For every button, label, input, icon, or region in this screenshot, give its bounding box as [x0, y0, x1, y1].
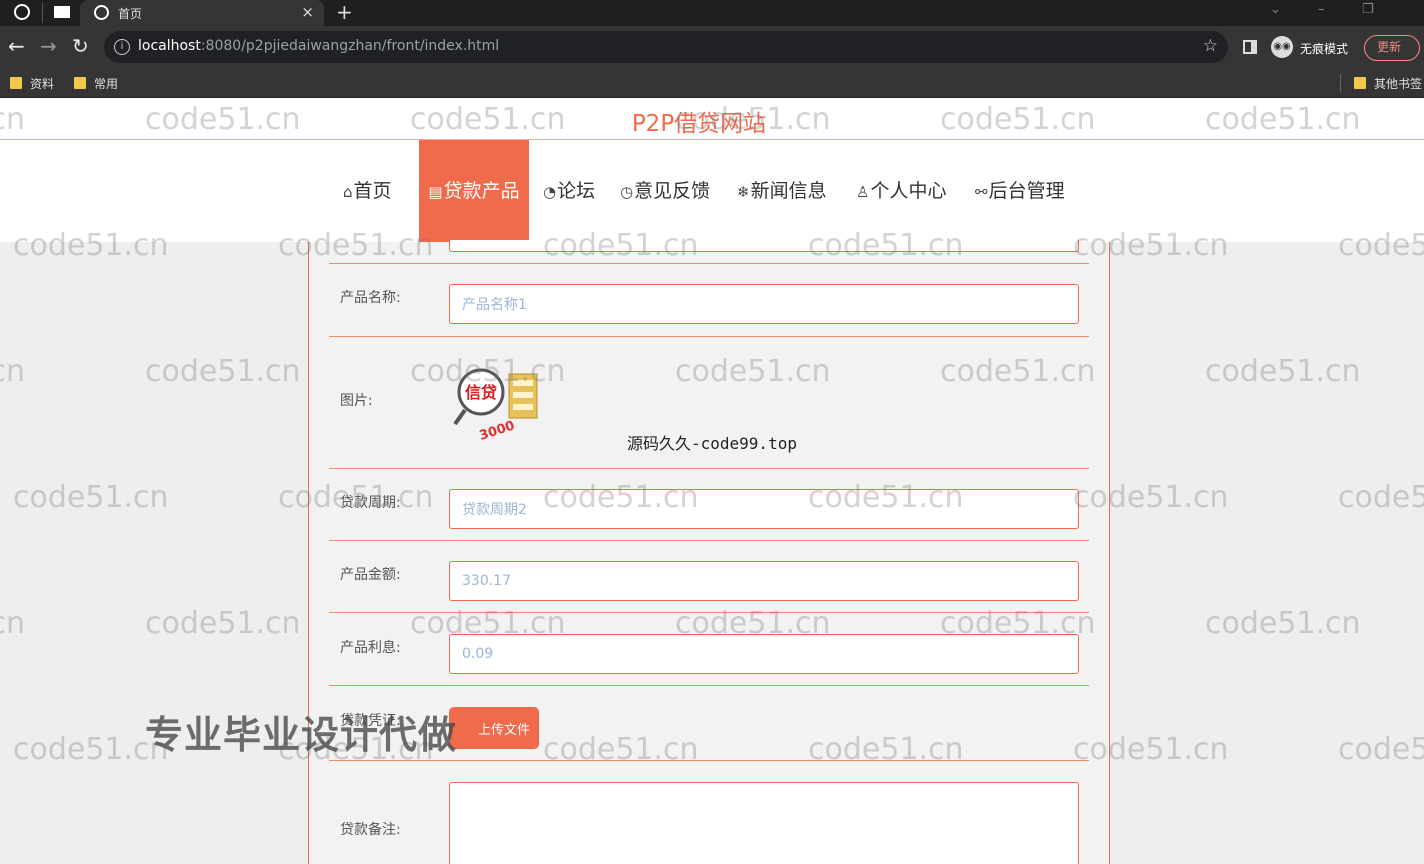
row-divider — [329, 336, 1089, 337]
product-interest-input[interactable] — [449, 634, 1079, 674]
product-image: 信贷 3000 — [453, 368, 538, 444]
forum-icon: ◔ — [543, 183, 557, 201]
folder-icon — [74, 77, 86, 89]
watermark: code51.cn — [1205, 354, 1361, 389]
bookmark-divider — [1340, 74, 1341, 92]
restore-icon[interactable]: ❐ — [1362, 2, 1374, 17]
watermark: code51.cn — [1338, 480, 1424, 515]
favicon-icon — [94, 5, 109, 20]
forward-arrow-icon[interactable]: → — [40, 34, 57, 58]
row-divider — [329, 540, 1089, 541]
watermark: code51.cn — [1205, 606, 1361, 641]
other-bookmarks-label: 其他书签 — [1374, 77, 1423, 91]
back-arrow-icon[interactable]: ← — [8, 34, 25, 58]
window-icon[interactable] — [54, 6, 70, 18]
folder-icon — [1354, 77, 1366, 89]
loan-remark-textarea[interactable] — [449, 782, 1079, 864]
site-header: P2P借贷网站 — [0, 98, 1424, 140]
svg-text:3000: 3000 — [478, 418, 517, 443]
link-icon: ⚯ — [975, 183, 988, 201]
incognito-icon[interactable]: ◉◉ — [1271, 36, 1293, 58]
watermark: code51.cn — [13, 480, 169, 515]
upload-file-button[interactable]: 上传文件 — [449, 707, 539, 749]
product-name-label: 产品名称: — [340, 290, 401, 306]
nav-admin[interactable]: ⚯后台管理 — [975, 140, 1065, 242]
browser-toolbar: ← → ↻ i localhost:8080/p2pjiedaiwangzhan… — [0, 26, 1424, 68]
nav-label: 个人中心 — [870, 180, 947, 202]
row-divider — [329, 468, 1089, 469]
product-amount-label: 产品金额: — [340, 567, 401, 583]
main-nav: ⌂首页 ▤贷款产品 ◔论坛 ◷意见反馈 ❄新闻信息 ♙个人中心 ⚯后台管理 — [0, 140, 1424, 242]
nav-label: 首页 — [353, 180, 392, 202]
nav-label: 后台管理 — [988, 180, 1065, 202]
row-divider — [329, 263, 1089, 264]
nav-label: 意见反馈 — [634, 180, 711, 202]
product-icon: ▤ — [428, 183, 443, 201]
tab-close-icon[interactable]: × — [301, 3, 314, 21]
clock-icon: ◷ — [620, 183, 634, 201]
other-bookmarks[interactable]: 其他书签 — [1354, 75, 1422, 92]
nav-label: 论坛 — [557, 180, 596, 202]
browser-globe-icon[interactable] — [14, 4, 30, 20]
nav-label: 贷款产品 — [443, 180, 520, 202]
promo-banner-text: 专业毕业设计代做 — [145, 713, 458, 757]
chevron-down-icon[interactable]: ⌄ — [1270, 2, 1281, 17]
watermark: code51.cn — [145, 606, 301, 641]
new-tab-button[interactable]: + — [336, 0, 353, 24]
row-divider — [329, 760, 1089, 761]
site-info-icon[interactable]: i — [114, 39, 130, 55]
loan-remark-label: 贷款备注: — [340, 822, 401, 838]
nav-feedback[interactable]: ◷意见反馈 — [620, 140, 710, 242]
tab-divider — [42, 3, 43, 23]
browser-tabstrip: 首页 × + ⌄ – ❐ — [0, 0, 1424, 26]
loan-period-input[interactable] — [449, 489, 1079, 529]
address-bar[interactable]: i localhost:8080/p2pjiedaiwangzhan/front… — [104, 31, 1228, 63]
nav-label: 新闻信息 — [750, 180, 827, 202]
nav-forum[interactable]: ◔论坛 — [543, 140, 595, 242]
image-caption: 信贷 — [465, 383, 497, 402]
row-divider — [329, 612, 1089, 613]
home-icon: ⌂ — [343, 183, 353, 201]
url-text[interactable]: localhost:8080/p2pjiedaiwangzhan/front/i… — [138, 38, 499, 54]
nav-home[interactable]: ⌂首页 — [343, 140, 392, 242]
product-detail-form: 产品名称: 图片: 信贷 3000 源码久久-code99.top 贷款周期: … — [308, 240, 1110, 864]
loan-period-label: 贷款周期: — [340, 495, 401, 511]
bookmark-folder-changyong[interactable]: 常用 — [74, 75, 118, 92]
watermark: code51.cn — [1338, 732, 1424, 767]
nav-user-center[interactable]: ♙个人中心 — [856, 140, 946, 242]
product-name-input[interactable] — [449, 284, 1079, 324]
bookmarks-bar: 资料 常用 其他书签 — [0, 68, 1424, 98]
nav-news[interactable]: ❄新闻信息 — [737, 140, 827, 242]
previous-field-stub — [449, 240, 1079, 252]
reload-icon[interactable]: ↻ — [72, 34, 89, 58]
product-interest-label: 产品利息: — [340, 640, 401, 656]
watermark: .cn — [0, 606, 26, 641]
minimize-icon[interactable]: – — [1318, 2, 1325, 17]
product-amount-input[interactable] — [449, 561, 1079, 601]
side-panel-icon[interactable] — [1243, 40, 1257, 54]
bookmark-star-icon[interactable]: ☆ — [1203, 36, 1218, 56]
bookmark-label: 常用 — [94, 77, 119, 91]
url-host: localhost — [138, 38, 201, 54]
watermark: .cn — [0, 354, 26, 389]
tab-title: 首页 — [118, 7, 143, 21]
page-viewport: P2P借贷网站 ⌂首页 ▤贷款产品 ◔论坛 ◷意见反馈 ❄新闻信息 ♙个人中心 … — [0, 98, 1424, 864]
user-icon: ♙ — [856, 183, 870, 201]
bookmark-folder-ziliao[interactable]: 资料 — [10, 75, 54, 92]
nav-loan-products[interactable]: ▤贷款产品 — [419, 140, 529, 242]
bookmark-label: 资料 — [30, 77, 55, 91]
image-label: 图片: — [340, 393, 373, 409]
watermark: code51.cn — [145, 354, 301, 389]
site-title: P2P借贷网站 — [631, 111, 767, 137]
row-divider — [329, 685, 1089, 686]
update-button[interactable]: 更新 — [1364, 35, 1420, 61]
browser-tab[interactable]: 首页 × — [80, 0, 324, 26]
folder-icon — [10, 77, 22, 89]
url-path: :8080/p2pjiedaiwangzhan/front/index.html — [200, 38, 500, 54]
credit-overlay-text: 源码久久-code99.top — [627, 434, 797, 453]
snowflake-icon: ❄ — [737, 183, 750, 201]
incognito-label[interactable]: 无痕模式 — [1300, 40, 1348, 57]
